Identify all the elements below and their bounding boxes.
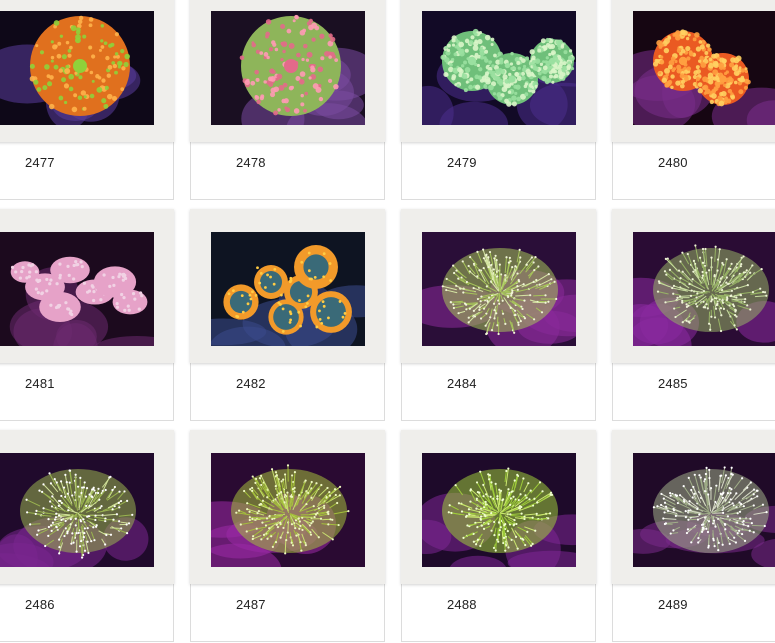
item-number[interactable]: 2479: [447, 155, 477, 170]
gallery-item[interactable]: 2478: [190, 0, 385, 201]
coral-image: [422, 232, 576, 346]
coral-photo[interactable]: [633, 232, 775, 346]
coral-photo[interactable]: [211, 11, 365, 125]
coral-image: [211, 11, 365, 125]
coral-image: [0, 11, 154, 125]
coral-photo[interactable]: [0, 11, 154, 125]
coral-image: [422, 11, 576, 125]
item-number[interactable]: 2478: [236, 155, 266, 170]
item-number[interactable]: 2477: [25, 155, 55, 170]
coral-image: [633, 11, 775, 125]
gallery-item[interactable]: 2480: [612, 0, 775, 201]
coral-photo[interactable]: [211, 232, 365, 346]
coral-photo[interactable]: [633, 453, 775, 567]
coral-photo[interactable]: [0, 232, 154, 346]
coral-photo[interactable]: [422, 11, 576, 125]
item-number[interactable]: 2489: [658, 597, 688, 612]
coral-photo[interactable]: [422, 453, 576, 567]
item-number[interactable]: 2485: [658, 376, 688, 391]
coral-photo[interactable]: [422, 232, 576, 346]
coral-image: [633, 232, 775, 346]
item-number[interactable]: 2487: [236, 597, 266, 612]
coral-image: [211, 453, 365, 567]
gallery-item[interactable]: 2479: [401, 0, 596, 201]
gallery-item[interactable]: 2484: [401, 209, 596, 422]
item-number[interactable]: 2486: [25, 597, 55, 612]
gallery-item[interactable]: 2481: [0, 209, 174, 422]
gallery-item[interactable]: 2486: [0, 430, 174, 643]
coral-image: [211, 232, 365, 346]
item-number[interactable]: 2484: [447, 376, 477, 391]
coral-photo[interactable]: [633, 11, 775, 125]
item-number[interactable]: 2482: [236, 376, 266, 391]
gallery-item[interactable]: 2488: [401, 430, 596, 643]
gallery-item[interactable]: 2485: [612, 209, 775, 422]
item-number[interactable]: 2481: [25, 376, 55, 391]
coral-image: [633, 453, 775, 567]
coral-photo[interactable]: [0, 453, 154, 567]
item-number[interactable]: 2488: [447, 597, 477, 612]
gallery-item[interactable]: 2482: [190, 209, 385, 422]
coral-photo[interactable]: [211, 453, 365, 567]
gallery-item[interactable]: 2477: [0, 0, 174, 201]
gallery-item[interactable]: 2487: [190, 430, 385, 643]
coral-image: [0, 453, 154, 567]
coral-image: [422, 453, 576, 567]
gallery-item[interactable]: 2489: [612, 430, 775, 643]
item-number[interactable]: 2480: [658, 155, 688, 170]
coral-image: [0, 232, 154, 346]
